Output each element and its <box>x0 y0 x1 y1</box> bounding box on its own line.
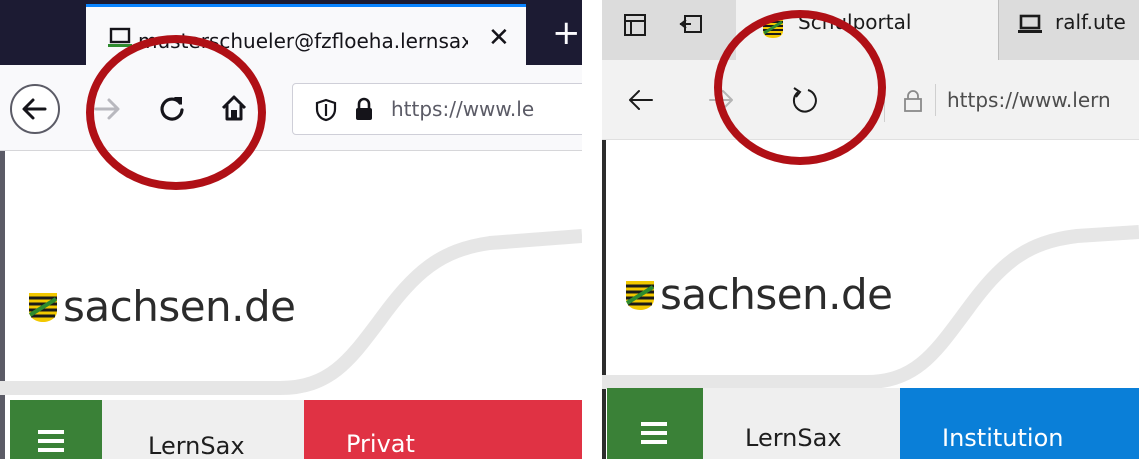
tab-privat[interactable]: Privat <box>304 400 582 459</box>
tab-lernsax-label: LernSax <box>148 432 245 459</box>
brand-logo[interactable]: sachsen.de <box>27 282 296 331</box>
menu-button[interactable] <box>607 388 703 459</box>
tab-lernsax[interactable]: LernSax <box>102 400 304 459</box>
highlight-circle <box>86 35 266 190</box>
header-swoosh <box>0 229 582 395</box>
tab-institution[interactable]: Institution <box>900 388 1139 459</box>
menu-icon <box>38 430 64 459</box>
panel-gap <box>582 0 602 459</box>
firefox-window: musterschueler@fzfloeha.lernsax ✕ + http… <box>0 0 582 459</box>
menu-button[interactable] <box>10 400 102 459</box>
coat-of-arms-icon <box>28 292 58 322</box>
coat-of-arms-icon <box>625 280 655 310</box>
tab-lernsax-label: LernSax <box>745 424 842 452</box>
brand-text: sachsen.de <box>660 270 893 319</box>
menu-icon <box>641 422 667 452</box>
brand-logo[interactable]: sachsen.de <box>624 270 893 319</box>
brand-text: sachsen.de <box>63 282 296 331</box>
edge-window: Schulportal ralf.ute https://www.lern sa… <box>602 0 1139 459</box>
tab-lernsax[interactable]: LernSax <box>703 388 900 459</box>
highlight-circle <box>714 10 886 165</box>
tab-institution-label: Institution <box>942 424 1064 452</box>
tab-privat-label: Privat <box>346 430 415 458</box>
